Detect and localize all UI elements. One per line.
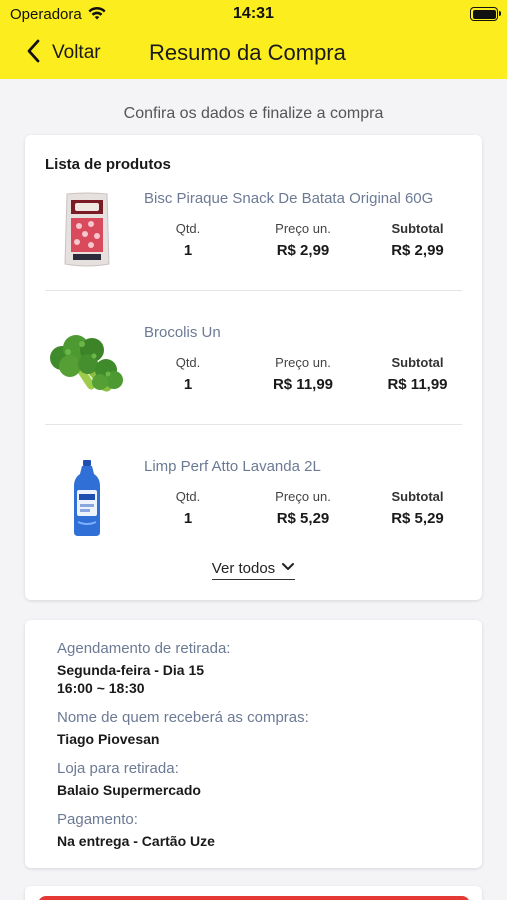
pickup-schedule: Agendamento de retirada: Segunda-feira -… xyxy=(57,640,230,697)
back-button[interactable]: Voltar xyxy=(26,38,101,68)
broccoli-image xyxy=(47,324,127,404)
header-bar: Operadora 14:31 Voltar Resumo da Compra xyxy=(0,0,507,79)
order-info-card: Agendamento de retirada: Segunda-feira -… xyxy=(25,620,482,868)
qty-column: Qtd. 1 xyxy=(163,489,213,527)
page-subtitle: Confira os dados e finalize a compra xyxy=(123,105,384,122)
biscuit-package-image xyxy=(47,190,127,270)
cleaner-bottle-image xyxy=(47,458,127,538)
finalize-button[interactable] xyxy=(38,896,470,900)
product-item[interactable]: Brocolis Un Qtd. 1 Preço un. R$ 11,99 Su… xyxy=(25,324,482,458)
price-label: Preço un. xyxy=(275,355,331,370)
qty-label: Qtd. xyxy=(175,221,201,236)
divider xyxy=(45,290,462,291)
back-label: Voltar xyxy=(52,42,101,63)
receiver-name: Tiago Piovesan xyxy=(57,731,160,747)
qty-label: Qtd. xyxy=(175,355,201,370)
product-item[interactable]: Bisc Piraque Snack De Batata Original 60… xyxy=(25,190,482,324)
pickup-time: 16:00 ~ 18:30 xyxy=(57,680,145,696)
payment-value: Na entrega - Cartão Uze xyxy=(57,833,215,849)
subtotal-column: Subtotal R$ 11,99 xyxy=(380,355,455,393)
receiver-info: Nome de quem receberá as compras: Tiago … xyxy=(57,709,309,748)
qty-column: Qtd. 1 xyxy=(163,221,213,259)
subtotal-label: Subtotal xyxy=(391,221,444,236)
products-list-title: Lista de produtos xyxy=(45,156,171,173)
receiver-label: Nome de quem receberá as compras: xyxy=(57,709,309,726)
price-column: Preço un. R$ 5,29 xyxy=(263,489,343,527)
subtotal-column: Subtotal R$ 2,99 xyxy=(380,221,455,259)
qty-label: Qtd. xyxy=(175,489,201,504)
payment-info: Pagamento: Na entrega - Cartão Uze xyxy=(57,811,215,850)
store-label: Loja para retirada: xyxy=(57,760,179,777)
page-title: Resumo da Compra xyxy=(149,40,346,65)
see-all-link[interactable]: Ver todos xyxy=(211,559,296,580)
chevron-left-icon xyxy=(26,39,40,68)
price-label: Preço un. xyxy=(275,489,331,504)
products-card: Lista de produtos Bisc Piraque Snack De … xyxy=(25,135,482,600)
product-name[interactable]: Brocolis Un xyxy=(144,324,221,341)
subtotal-value: R$ 5,29 xyxy=(391,510,444,527)
pickup-day: Segunda-feira - Dia 15 xyxy=(57,662,205,678)
price-label: Preço un. xyxy=(275,221,331,236)
qty-value: 1 xyxy=(183,376,193,393)
price-value: R$ 11,99 xyxy=(272,376,334,393)
status-bar: Operadora 14:31 xyxy=(0,0,507,28)
see-all-label: Ver todos xyxy=(211,559,276,577)
subtotal-value: R$ 11,99 xyxy=(387,376,448,393)
product-name[interactable]: Bisc Piraque Snack De Batata Original 60… xyxy=(144,190,433,207)
subtotal-label: Subtotal xyxy=(391,489,444,504)
subtotal-column: Subtotal R$ 5,29 xyxy=(380,489,455,527)
price-value: R$ 5,29 xyxy=(276,510,330,527)
price-value: R$ 2,99 xyxy=(276,242,330,259)
battery-icon xyxy=(470,7,501,21)
qty-value: 1 xyxy=(183,510,193,527)
product-name[interactable]: Limp Perf Atto Lavanda 2L xyxy=(144,458,321,475)
qty-column: Qtd. 1 xyxy=(163,355,213,393)
price-column: Preço un. R$ 2,99 xyxy=(263,221,343,259)
pickup-value: Segunda-feira - Dia 15 16:00 ~ 18:30 xyxy=(57,661,230,697)
price-column: Preço un. R$ 11,99 xyxy=(263,355,343,393)
store-info: Loja para retirada: Balaio Supermercado xyxy=(57,760,201,799)
store-name: Balaio Supermercado xyxy=(57,782,201,798)
qty-value: 1 xyxy=(183,242,193,259)
clock: 14:31 xyxy=(233,5,274,22)
subtotal-value: R$ 2,99 xyxy=(391,242,444,259)
pickup-label: Agendamento de retirada: xyxy=(57,640,231,657)
chevron-down-icon xyxy=(281,559,295,577)
divider xyxy=(45,424,462,425)
subtotal-label: Subtotal xyxy=(391,355,444,370)
payment-label: Pagamento: xyxy=(57,811,138,828)
see-all-button[interactable]: Ver todos xyxy=(25,559,482,580)
